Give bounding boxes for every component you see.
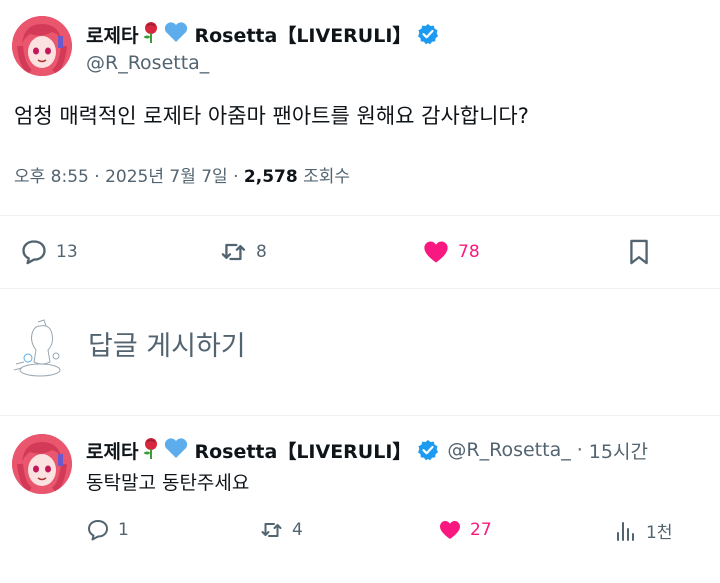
reply-separator: · — [576, 439, 583, 461]
tweet-time[interactable]: 오후 8:55 — [14, 167, 89, 187]
reply-like-count: 27 — [470, 520, 492, 540]
bookmark-icon — [630, 239, 648, 265]
like-count: 78 — [458, 242, 480, 262]
author-display-name[interactable]: 로제타 — [86, 21, 138, 48]
tweet-text: 엄청 매력적인 로제타 아줌마 팬아트를 원해요 감사합니다? — [14, 104, 529, 128]
analytics-icon — [617, 521, 634, 541]
author-handle[interactable]: @R_Rosetta_ — [86, 52, 209, 74]
reply-reply-button[interactable]: 1 — [86, 518, 129, 542]
reply-author-avatar[interactable] — [12, 434, 72, 494]
author-avatar[interactable] — [12, 16, 72, 76]
reply-reply-count: 1 — [118, 520, 129, 540]
reply-text: 동탁말고 동탄주세요 — [86, 472, 250, 494]
reply-views-button[interactable]: 1천 — [614, 518, 672, 543]
reply-retweet-button[interactable]: 4 — [260, 518, 303, 542]
reply-compose-box[interactable]: 답글 게시하기 — [0, 300, 720, 410]
retweet-button[interactable]: 8 — [220, 238, 267, 266]
blue-heart-emoji — [164, 21, 188, 47]
divider — [0, 415, 720, 416]
meta-separator: · — [233, 167, 244, 187]
rose-emoji — [140, 436, 162, 464]
like-button[interactable]: 78 — [422, 238, 480, 266]
retweet-icon — [221, 243, 246, 261]
current-user-avatar — [10, 318, 72, 380]
compose-placeholder[interactable]: 답글 게시하기 — [88, 324, 246, 363]
divider — [0, 288, 720, 289]
retweet-count: 8 — [256, 242, 267, 262]
reply-retweet-count: 4 — [292, 520, 303, 540]
bookmark-button[interactable] — [625, 238, 653, 266]
reply-icon — [22, 240, 46, 265]
verified-badge-icon — [417, 23, 439, 45]
heart-filled-icon — [440, 521, 460, 539]
author-handle-row: @R_Rosetta_ — [86, 52, 209, 74]
tweet-meta: 오후 8:55 · 2025년 7월 7일 · 2,578 조회수 — [14, 162, 350, 187]
tweet-date[interactable]: 2025년 7월 7일 — [105, 167, 228, 187]
reply-icon — [88, 520, 108, 541]
reply-views-count: 1천 — [646, 523, 673, 543]
reply-author-display-name[interactable]: 로제타 — [86, 437, 138, 464]
blue-heart-emoji — [164, 437, 188, 463]
author-display-name-brand[interactable]: Rosetta【LIVERULI】 — [194, 21, 411, 48]
views-label: 조회수 — [303, 167, 351, 187]
divider — [0, 215, 720, 216]
reply-author-handle[interactable]: @R_Rosetta_ — [447, 439, 570, 461]
author-name-row: 로제타 Rosetta【LIVERULI】 — [86, 20, 439, 48]
reply-like-button[interactable]: 27 — [438, 518, 492, 542]
reply-author-display-name-brand[interactable]: Rosetta【LIVERULI】 — [194, 437, 411, 464]
reply-author-row: 로제타 Rosetta【LIVERULI】 @R_Rosetta_ · 15시간 — [86, 436, 648, 464]
reply-count: 13 — [56, 242, 78, 262]
verified-badge-icon — [417, 439, 439, 461]
reply-time-ago[interactable]: 15시간 — [589, 437, 648, 464]
heart-filled-icon — [424, 241, 448, 263]
reply-button[interactable]: 13 — [20, 238, 78, 266]
rose-emoji — [140, 20, 162, 48]
views-count: 2,578 — [243, 167, 298, 187]
retweet-icon — [261, 523, 282, 537]
meta-separator: · — [94, 167, 106, 187]
